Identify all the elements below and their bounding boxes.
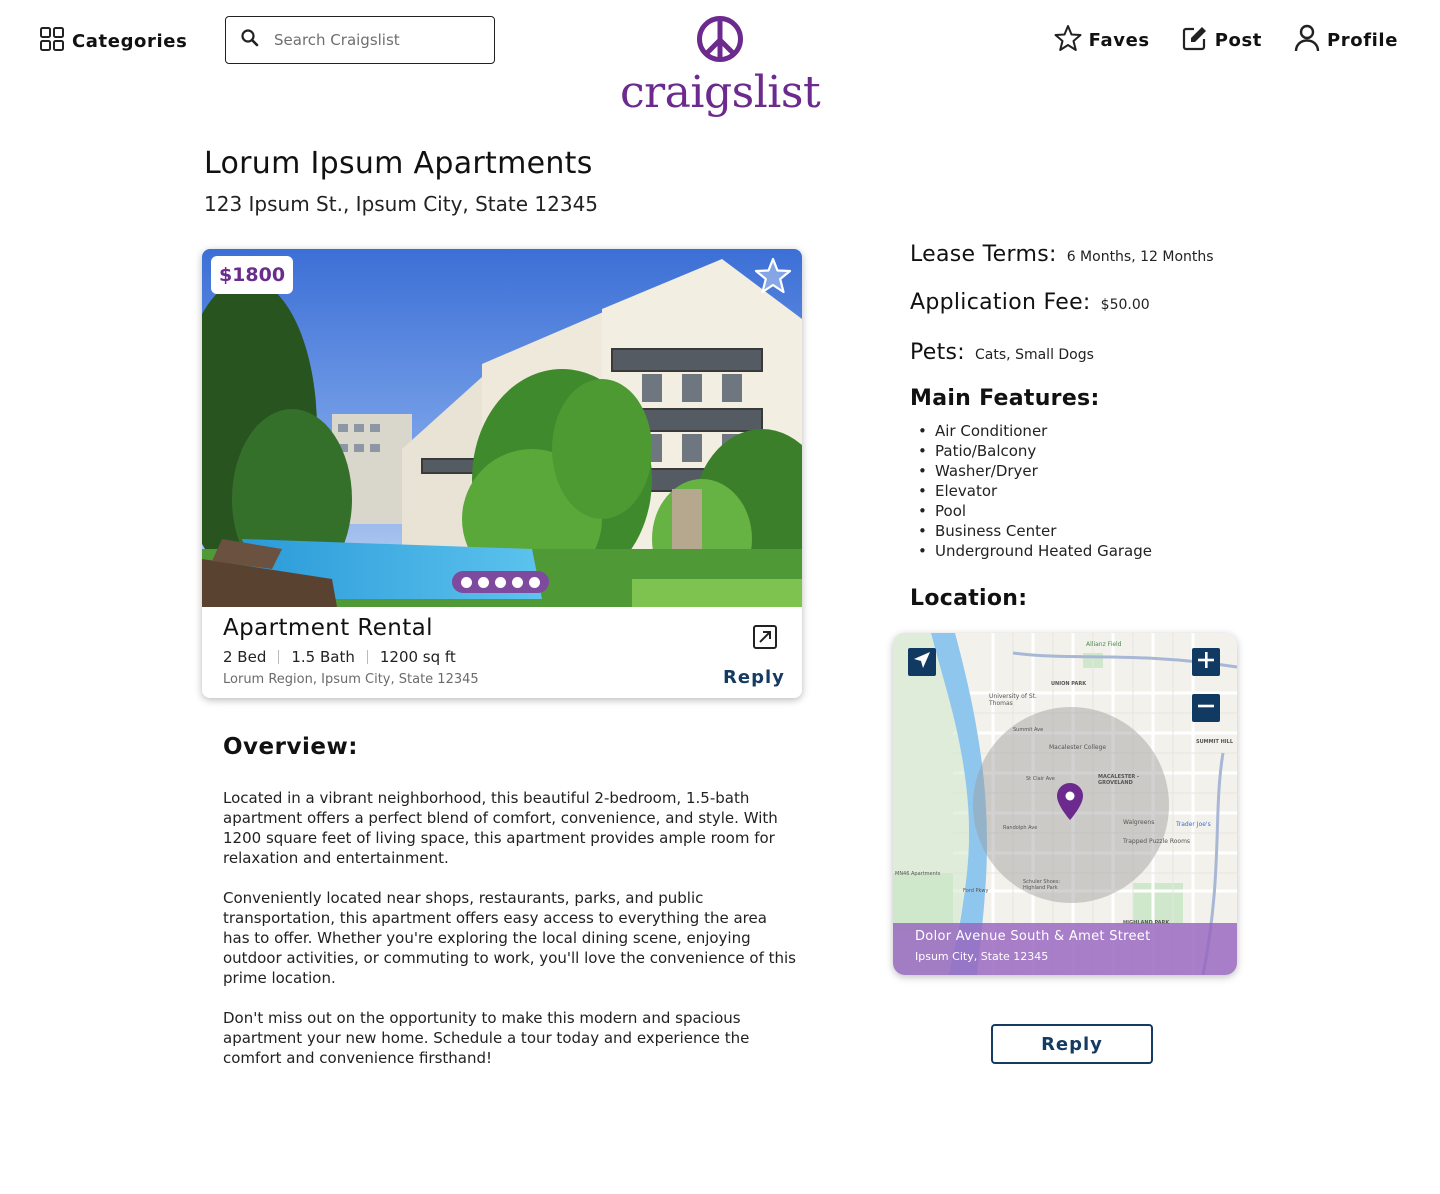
map-label: Allianz Field (1086, 641, 1122, 648)
location-heading: Location: (910, 586, 1028, 611)
map-label: Randolph Ave (1003, 825, 1038, 831)
divider (278, 650, 280, 664)
map-label: MN46 Apartments (895, 871, 941, 877)
overview-paragraph: Located in a vibrant neighborhood, this … (223, 789, 778, 867)
pets-label: Pets: (910, 340, 966, 365)
map-city: Ipsum City, State 12345 (915, 950, 1049, 963)
overview-paragraph: Don't miss out on the opportunity to mak… (223, 1009, 750, 1067)
beds-count: 2 Bed (223, 648, 267, 666)
navigation-arrow-icon (913, 651, 931, 673)
map-label: Macalester College (1049, 744, 1107, 751)
search-icon (240, 28, 260, 52)
favorite-star-icon[interactable] (754, 257, 792, 299)
page-title: Lorum Ipsum Apartments (204, 146, 593, 181)
list-item: • Patio/Balcony (918, 442, 1037, 460)
application-fee-label: Application Fee: (910, 290, 1091, 315)
categories-label: Categories (72, 30, 188, 52)
feature-label: Business Center (935, 522, 1057, 540)
zoom-in-button[interactable] (1192, 648, 1220, 676)
pets: Pets: Cats, Small Dogs (910, 340, 1094, 365)
apartment-photo[interactable]: $1800 (202, 249, 802, 607)
map-street: Dolor Avenue South & Amet Street (915, 929, 1151, 944)
feature-label: Air Conditioner (935, 422, 1048, 440)
map-label: Trapped Puzzle Rooms (1123, 838, 1191, 845)
list-item: • Air Conditioner (918, 422, 1048, 440)
application-fee: Application Fee: $50.00 (910, 290, 1150, 315)
peace-sign-icon (696, 16, 744, 67)
listing-address: 123 Ipsum St., Ipsum City, State 12345 (204, 192, 599, 216)
search-box[interactable] (225, 16, 495, 64)
card-reply-link[interactable]: Reply (723, 667, 785, 688)
listing-region: Lorum Region, Ipsum City, State 12345 (223, 672, 479, 687)
map-label: Ford Pkwy (963, 888, 989, 894)
map-label: Trader Joe's (1176, 821, 1211, 828)
map-label: Summit Ave (1013, 727, 1044, 733)
feature-label: Washer/Dryer (935, 462, 1038, 480)
map-label: St Clair Ave (1026, 776, 1055, 782)
edit-icon (1182, 25, 1208, 55)
list-item: • Business Center (918, 522, 1057, 540)
lease-terms-value: 6 Months, 12 Months (1066, 249, 1214, 265)
star-icon (1054, 24, 1082, 56)
pets-value: Cats, Small Dogs (975, 347, 1094, 363)
baths-count: 1.5 Bath (291, 648, 355, 666)
price-badge: $1800 (211, 256, 293, 294)
feature-label: Pool (935, 502, 967, 520)
feature-label: Patio/Balcony (935, 442, 1037, 460)
area-size: 1200 sq ft (379, 648, 456, 666)
map-label: MACALESTER - GROVELAND (1098, 774, 1140, 786)
list-item: • Pool (918, 502, 967, 520)
map-label: UNION PARK (1051, 681, 1087, 687)
faves-link[interactable]: Faves (1054, 24, 1150, 56)
minus-icon (1197, 697, 1215, 719)
application-fee-value: $50.00 (1100, 297, 1150, 313)
feature-label: Underground Heated Garage (935, 542, 1153, 560)
map-label: Walgreens (1123, 819, 1155, 826)
lease-terms-label: Lease Terms: (910, 242, 1057, 267)
location-map[interactable]: Allianz Field UNION PARK University of S… (893, 633, 1237, 975)
features-list: • Air Conditioner • Patio/Balcony • Washer/… (918, 421, 1152, 561)
profile-link[interactable]: Profile (1294, 24, 1398, 56)
external-link-icon[interactable] (752, 624, 778, 654)
zoom-out-button[interactable] (1192, 694, 1220, 722)
profile-label: Profile (1326, 29, 1398, 51)
logo-text: craigslist (620, 67, 821, 118)
list-item: • Underground Heated Garage (918, 542, 1153, 560)
overview-heading: Overview: (223, 734, 358, 760)
search-input[interactable] (274, 31, 474, 49)
listing-specs: 2 Bed 1.5 Bath 1200 sq ft (223, 648, 456, 666)
listing-card: $1800 Apartment Rental 2 Bed 1.5 Bath 12… (202, 249, 802, 698)
map-label: Schuler Shoes: Highland Park (1023, 879, 1061, 891)
carousel-dot[interactable] (529, 576, 540, 588)
card-title: Apartment Rental (223, 615, 433, 641)
craigslist-logo[interactable]: craigslist (620, 15, 821, 118)
map-label: SUMMIT HILL (1196, 739, 1234, 745)
lease-terms: Lease Terms: 6 Months, 12 Months (910, 242, 1214, 267)
carousel-dot[interactable] (478, 576, 489, 588)
post-label: Post (1214, 29, 1262, 51)
reply-button[interactable]: Reply (991, 1024, 1153, 1064)
carousel-dot[interactable] (495, 576, 506, 588)
categories-menu[interactable]: Categories (40, 27, 187, 55)
carousel-dot[interactable] (461, 576, 472, 588)
features-heading: Main Features: (910, 386, 1100, 411)
list-item: • Washer/Dryer (918, 462, 1038, 480)
photo-carousel-dots[interactable] (452, 571, 549, 593)
map-address-overlay: Dolor Avenue South & Amet Street Ipsum C… (893, 923, 1237, 975)
locate-me-button[interactable] (908, 648, 936, 676)
post-link[interactable]: Post (1182, 25, 1262, 55)
divider (366, 650, 368, 664)
carousel-dot[interactable] (512, 576, 523, 588)
map-label: University of St. Thomas (989, 693, 1037, 707)
feature-label: Elevator (935, 482, 998, 500)
user-icon (1294, 24, 1320, 56)
faves-label: Faves (1088, 29, 1150, 51)
plus-icon (1197, 651, 1215, 673)
list-item: • Elevator (918, 482, 998, 500)
overview-paragraph: Conveniently located near shops, restaur… (223, 889, 796, 987)
grid-icon (40, 27, 64, 55)
